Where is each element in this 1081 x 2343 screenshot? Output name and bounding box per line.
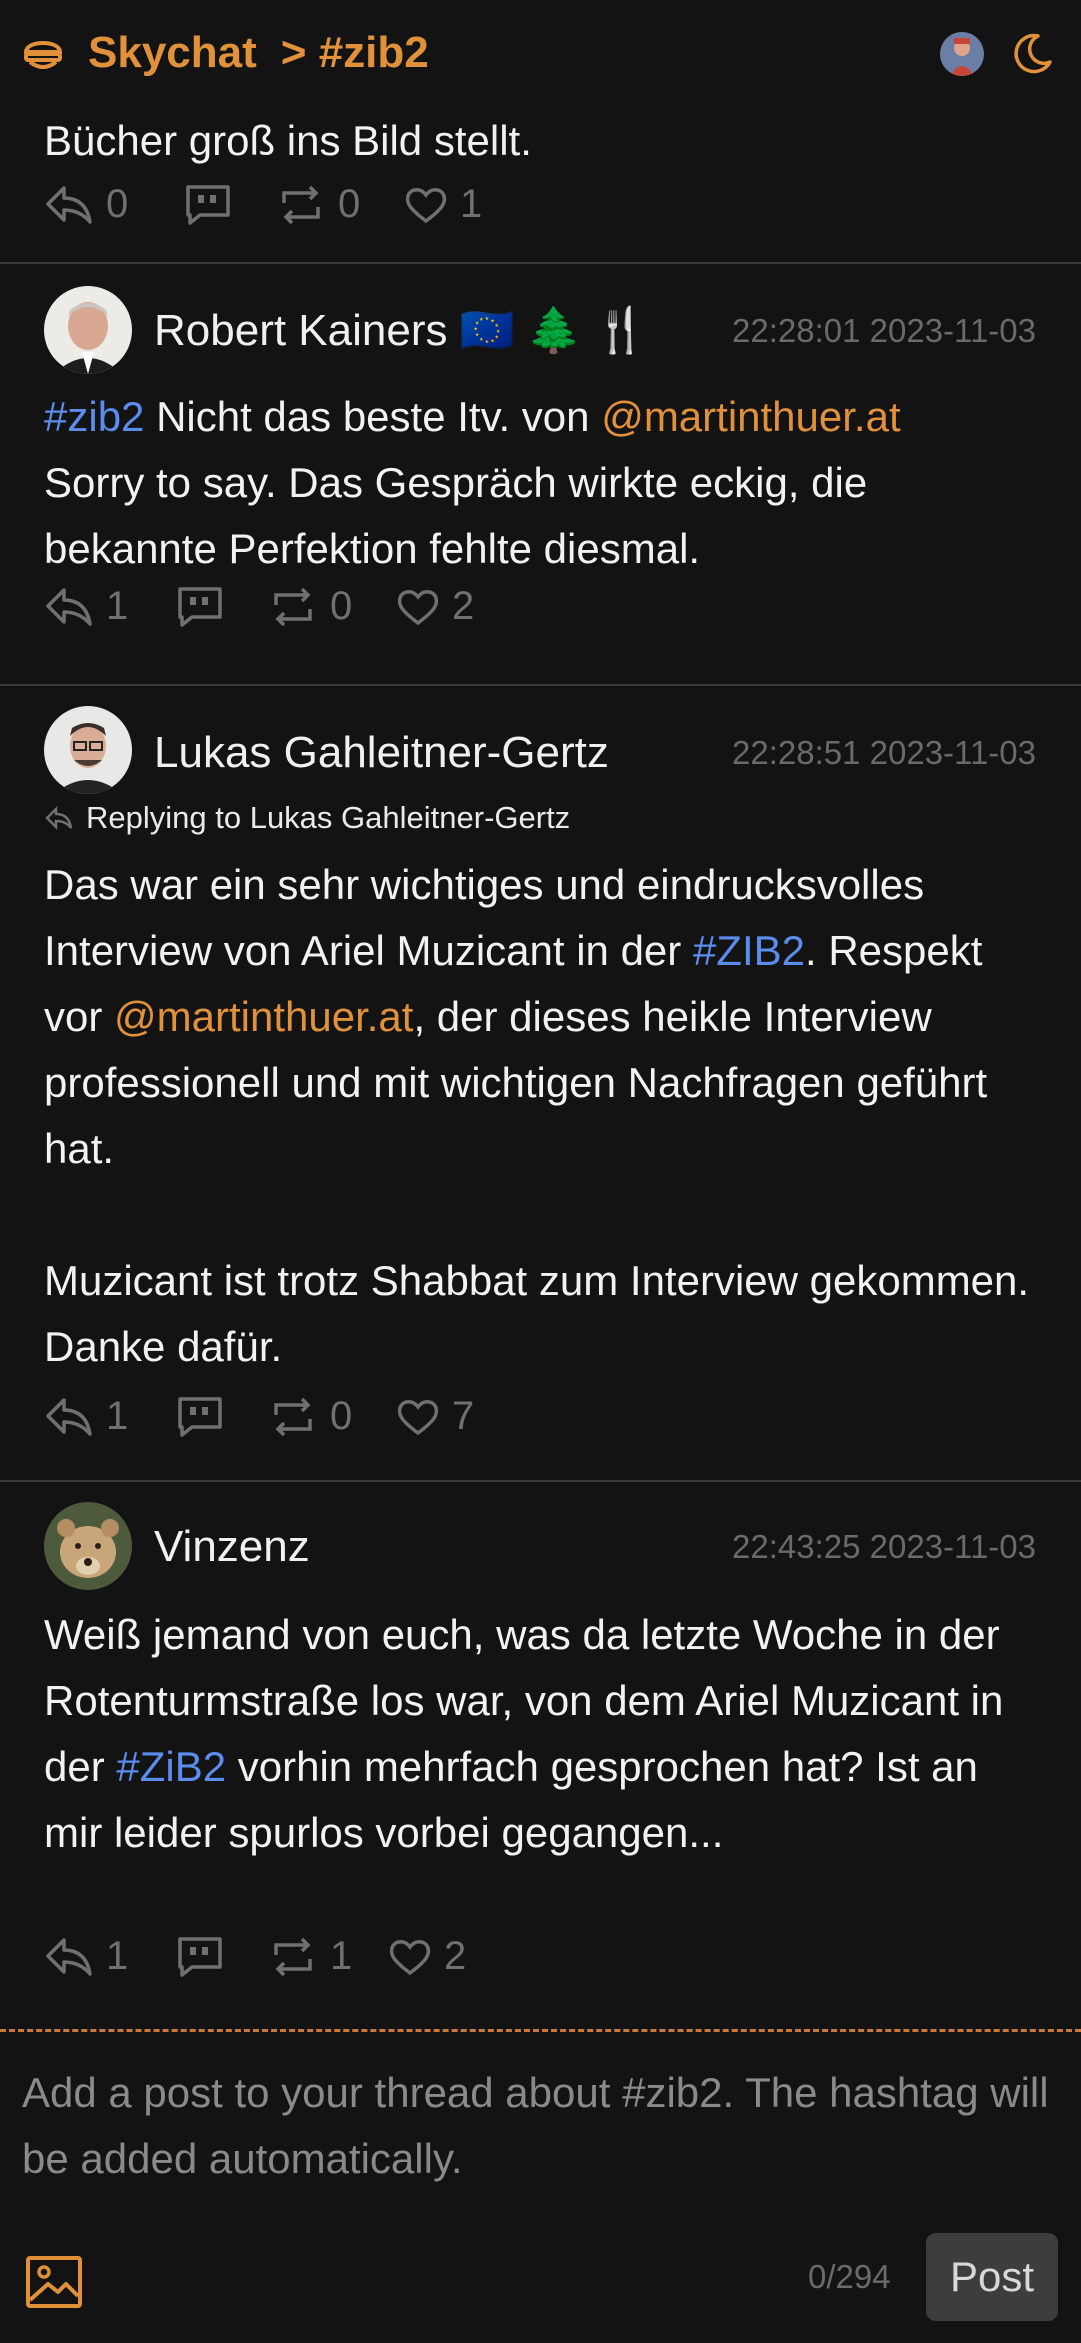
app-header: Skychat > #zib2 xyxy=(0,0,1081,110)
repost-button[interactable]: 0 xyxy=(268,1394,396,1439)
post-composer: Add a post to your thread about #zib2. T… xyxy=(0,2029,1081,2343)
avatar[interactable] xyxy=(44,706,132,794)
app-name[interactable]: Skychat xyxy=(88,28,257,78)
post-actions: 1 0 7 xyxy=(44,1394,474,1439)
moon-icon[interactable] xyxy=(1008,30,1056,78)
timestamp[interactable]: 22:28:51 2023-11-03 xyxy=(732,734,1036,772)
heart-icon xyxy=(405,187,447,223)
composer-input[interactable]: Add a post to your thread about #zib2. T… xyxy=(22,2060,1062,2192)
post-text: Weiß jemand von euch, was da letzte Woch… xyxy=(44,1611,1004,1856)
post-actions: 1 1 2 xyxy=(44,1934,466,1979)
timestamp[interactable]: 22:43:25 2023-11-03 xyxy=(732,1528,1036,1566)
character-counter: 0/294 xyxy=(808,2258,891,2295)
quote-button[interactable] xyxy=(184,183,276,227)
post-3: Vinzenz 22:43:25 2023-11-03 Weiß jemand … xyxy=(0,1482,1081,2028)
mention-link[interactable]: @martinthuer.at xyxy=(601,393,900,440)
hashtag-link[interactable]: #zib2 xyxy=(44,393,144,440)
reply-button[interactable]: 1 xyxy=(44,1934,176,1979)
hashtag-link[interactable]: #ZiB2 xyxy=(116,1743,226,1790)
repost-icon xyxy=(282,185,320,224)
author-name[interactable]: Lukas Gahleitner-Gertz xyxy=(154,728,609,778)
post-text: Bücher groß ins Bild stellt. xyxy=(44,117,532,164)
author-name[interactable]: Vinzenz xyxy=(154,1522,310,1572)
reply-small-icon xyxy=(45,806,73,830)
quote-icon xyxy=(178,1936,222,1977)
timestamp[interactable]: 22:28:01 2023-11-03 xyxy=(732,312,1036,350)
skychat-logo-icon[interactable] xyxy=(20,30,66,76)
repost-button[interactable]: 1 xyxy=(268,1934,388,1979)
replying-to[interactable]: Replying to Lukas Gahleitner-Gertz xyxy=(44,800,570,836)
heart-icon xyxy=(397,589,439,625)
like-button[interactable]: 2 xyxy=(396,584,474,629)
reply-button[interactable]: 1 xyxy=(44,1394,176,1439)
post-2: Lukas Gahleitner-Gertz 22:28:51 2023-11-… xyxy=(0,686,1081,1482)
reply-button[interactable]: 1 xyxy=(44,584,176,629)
image-upload-icon[interactable] xyxy=(24,2254,84,2310)
reply-icon xyxy=(46,1937,92,1976)
reply-icon xyxy=(46,185,92,224)
quote-icon xyxy=(186,184,230,225)
like-button[interactable]: 7 xyxy=(396,1394,474,1439)
repost-icon xyxy=(274,1937,312,1976)
post-1: Robert Kainers 🇪🇺 🌲 🍴 22:28:01 2023-11-0… xyxy=(0,264,1081,686)
mention-link[interactable]: @martinthuer.at xyxy=(114,993,413,1040)
post-actions: 1 0 2 xyxy=(44,584,474,629)
post-button[interactable]: Post xyxy=(926,2233,1058,2321)
quote-button[interactable] xyxy=(176,1935,268,1979)
quote-icon xyxy=(178,1396,222,1437)
like-button[interactable]: 1 xyxy=(404,182,482,227)
post-actions: 0 0 1 xyxy=(44,182,482,227)
avatar[interactable] xyxy=(44,286,132,374)
reply-icon xyxy=(46,1397,92,1436)
heart-icon xyxy=(397,1399,439,1435)
like-button[interactable]: 2 xyxy=(388,1934,466,1979)
quote-button[interactable] xyxy=(176,1395,268,1439)
breadcrumb: Skychat > #zib2 xyxy=(88,28,429,78)
user-avatar[interactable] xyxy=(940,32,984,76)
post-text: Das war ein sehr wichtiges und eindrucks… xyxy=(44,861,1030,1370)
reply-icon xyxy=(46,587,92,626)
author-name[interactable]: Robert Kainers 🇪🇺 🌲 🍴 xyxy=(154,304,649,356)
repost-icon xyxy=(274,587,312,626)
post-0: Bücher groß ins Bild stellt. 0 0 1 xyxy=(0,110,1081,264)
reply-button[interactable]: 0 xyxy=(44,182,184,227)
repost-icon xyxy=(274,1397,312,1436)
heart-icon xyxy=(389,1939,431,1975)
avatar[interactable] xyxy=(44,1502,132,1590)
quote-button[interactable] xyxy=(176,585,268,629)
post-text: #zib2 Nicht das beste Itv. von @martinth… xyxy=(44,393,901,572)
repost-button[interactable]: 0 xyxy=(276,182,404,227)
channel-title: > #zib2 xyxy=(280,28,429,77)
quote-icon xyxy=(178,586,222,627)
hashtag-link[interactable]: #ZIB2 xyxy=(693,927,805,974)
repost-button[interactable]: 0 xyxy=(268,584,396,629)
